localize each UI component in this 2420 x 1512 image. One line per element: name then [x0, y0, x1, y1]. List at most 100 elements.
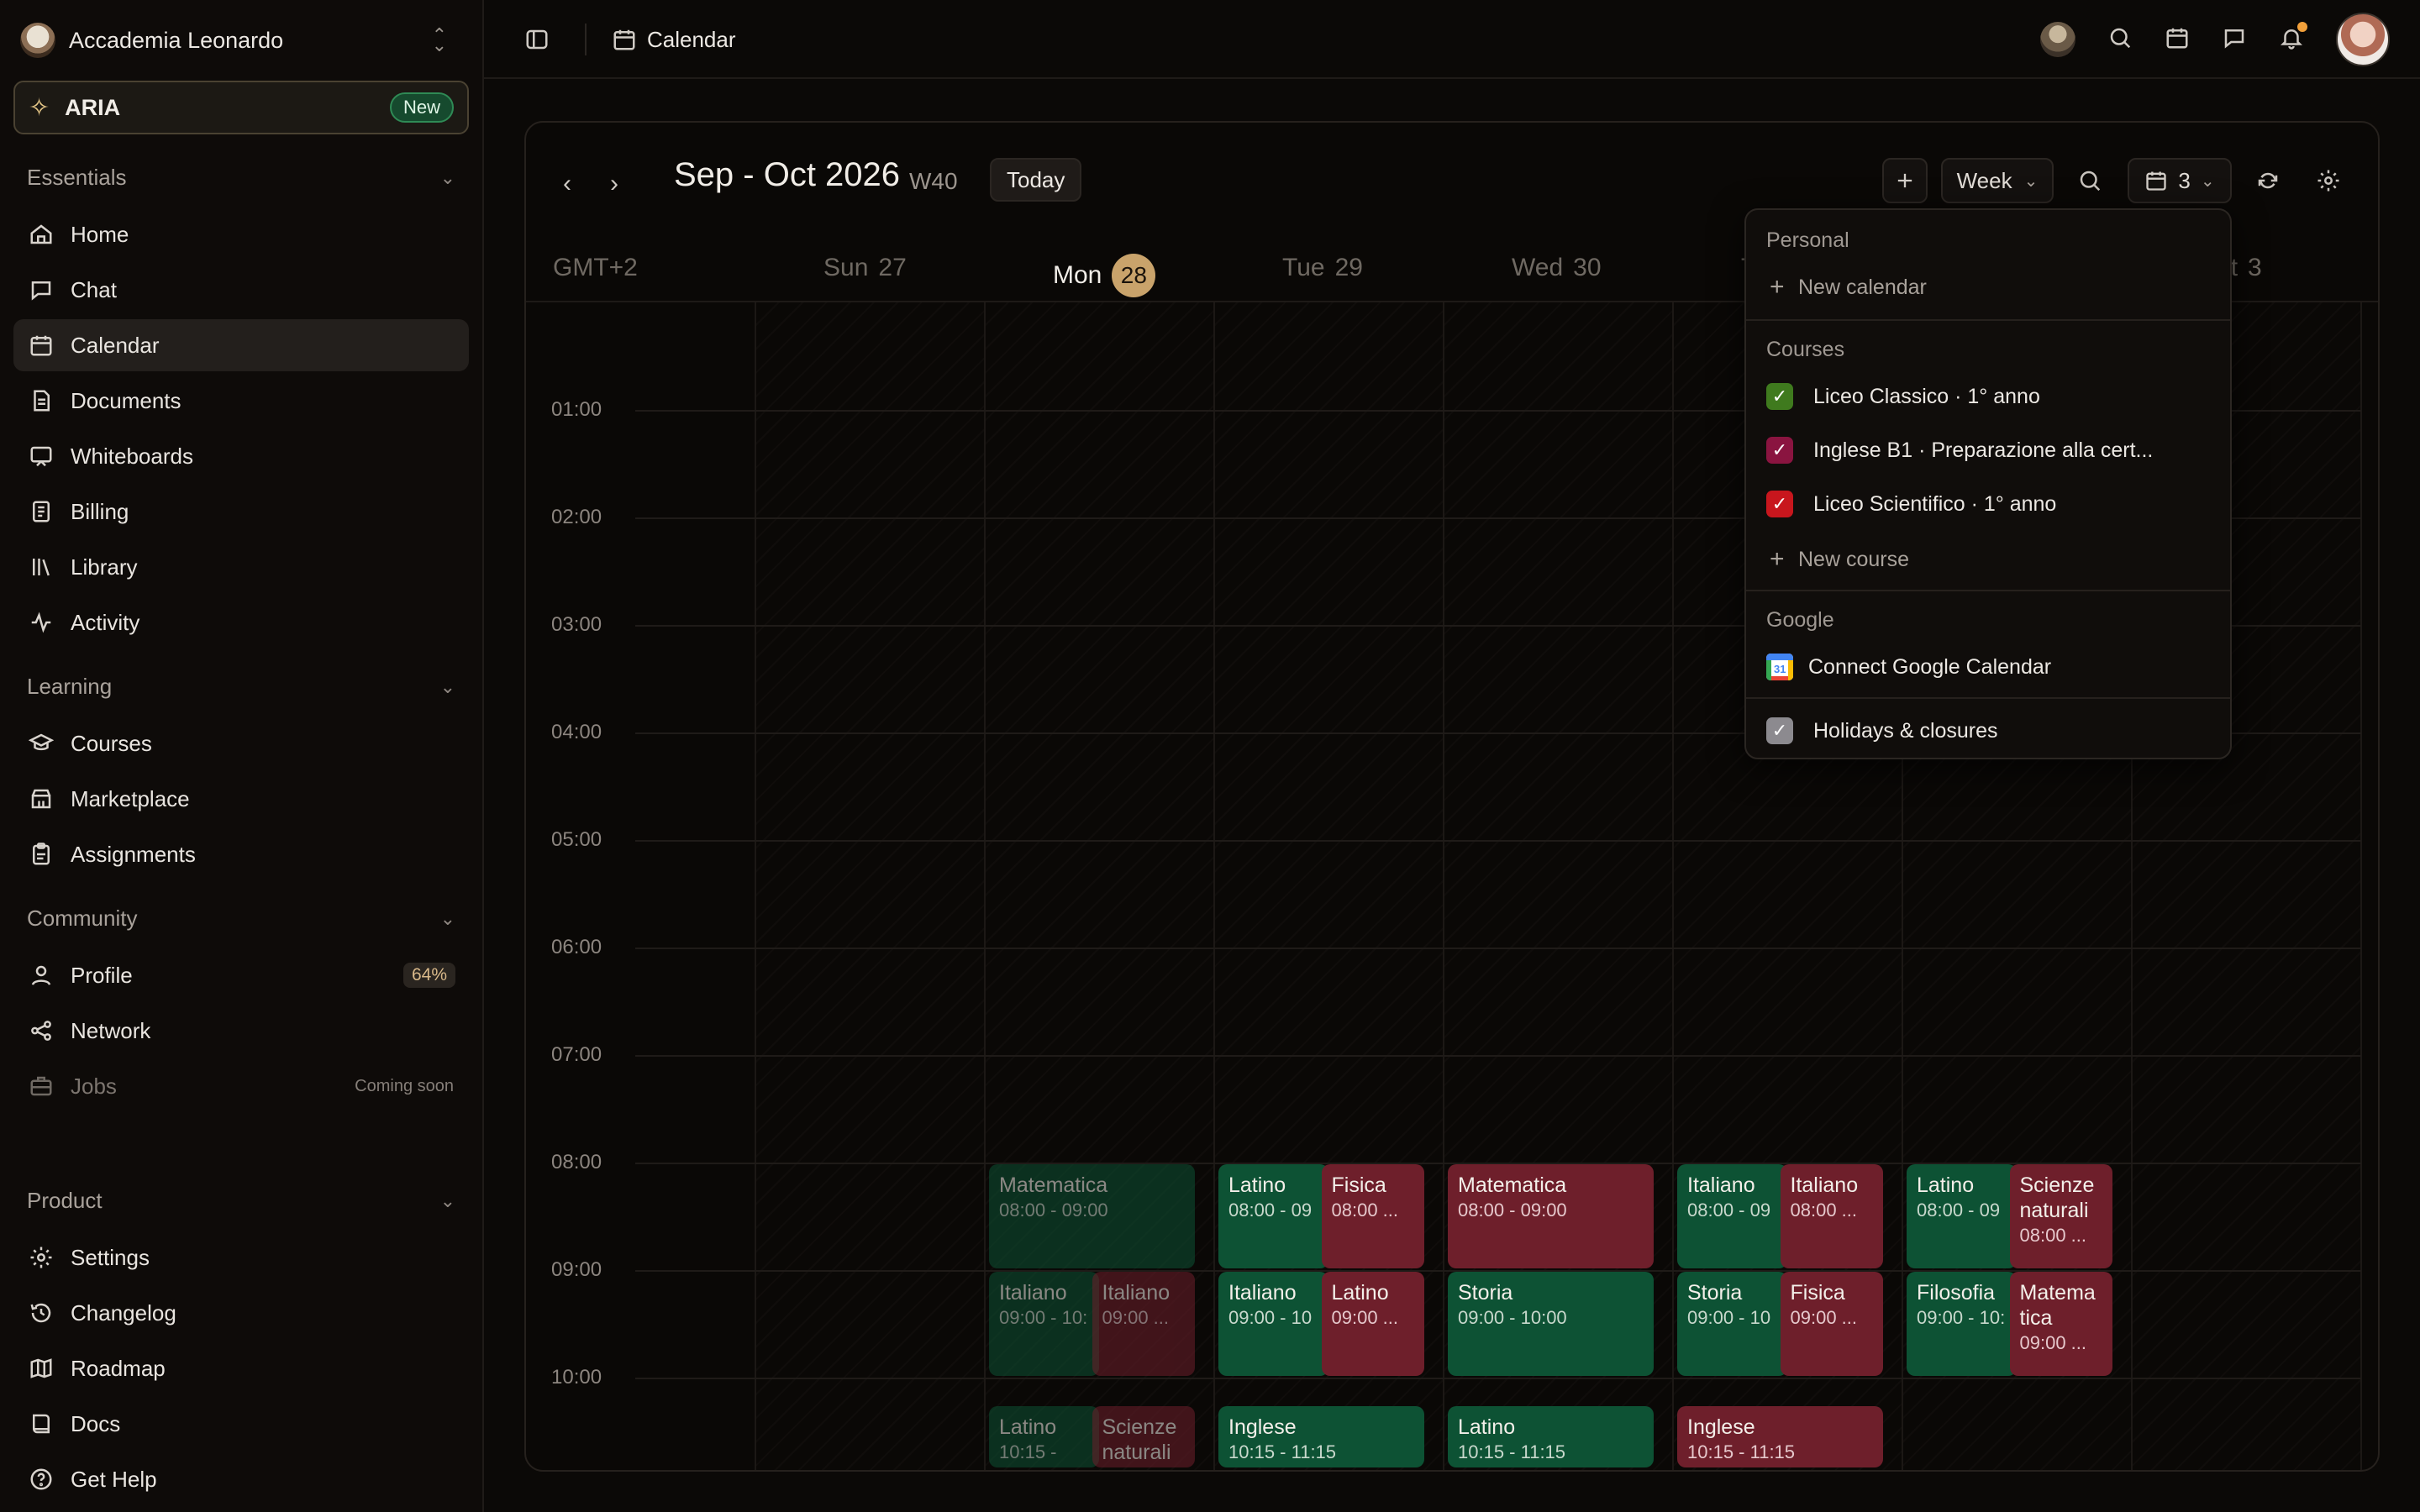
connect-google-calendar-button[interactable]: 31 Connect Google Calendar: [1766, 645, 2212, 689]
user-avatar[interactable]: [2336, 13, 2390, 66]
sidebar-item-jobs[interactable]: Jobs Coming soon: [13, 1060, 469, 1112]
calendar-event[interactable]: Italiano 08:00 - 09: [1677, 1164, 1787, 1268]
search-events-button[interactable]: [2067, 158, 2112, 203]
calendar-event[interactable]: Inglese 10:15 - 11:15: [1677, 1406, 1883, 1467]
event-time: 09:00 - 10:: [1917, 1307, 2006, 1328]
section-header-community[interactable]: Community ⌄: [27, 906, 455, 932]
sidebar-item-network[interactable]: Network: [13, 1005, 469, 1057]
sidebar-item-label: Jobs: [71, 1073, 117, 1099]
calendar-event[interactable]: Latino 09:00 ...: [1321, 1272, 1424, 1376]
sidebar-item-courses[interactable]: Courses: [13, 717, 469, 769]
holidays-toggle[interactable]: ✓ Holidays & closures: [1766, 709, 2212, 753]
calendar-event[interactable]: Scienze naturali: [1092, 1406, 1195, 1467]
sidebar-item-calendar[interactable]: Calendar: [13, 319, 469, 371]
calendar-event[interactable]: Latino10:15 - 11:15: [989, 1406, 1099, 1467]
calendar-event[interactable]: Latino10:15 - 11:15: [1448, 1406, 1654, 1467]
calendar-icon[interactable]: [2165, 25, 2190, 55]
plus-icon: +: [1770, 545, 1785, 573]
sidebar-item-label: Chat: [71, 276, 117, 302]
sidebar-item-get-help[interactable]: Get Help: [13, 1453, 469, 1505]
course-calendar-toggle[interactable]: ✓ Liceo Scientifico · 1° anno: [1766, 482, 2212, 526]
day-header-wed[interactable]: Wed 30: [1512, 254, 1602, 282]
calendar-event[interactable]: Italiano 09:00 - 10:: [989, 1272, 1099, 1376]
refresh-button[interactable]: [2245, 158, 2291, 203]
sidebar-item-documents[interactable]: Documents: [13, 375, 469, 427]
calendar-event[interactable]: Inglese 10:15 - 11:15: [1218, 1406, 1424, 1467]
view-select[interactable]: Week ⌄: [1941, 158, 2054, 203]
hour-label: 08:00: [551, 1151, 602, 1173]
calendar-event[interactable]: Matematica 08:00 - 09:00: [1448, 1164, 1654, 1268]
new-calendar-button[interactable]: + New calendar: [1766, 265, 2212, 309]
calendar-settings-button[interactable]: [2306, 158, 2351, 203]
sidebar-item-activity[interactable]: Activity: [13, 596, 469, 648]
calendar-event[interactable]: Latino 08:00 - 09: [1907, 1164, 2017, 1268]
calendar-icon: [27, 331, 55, 360]
section-header-essentials[interactable]: Essentials ⌄: [27, 165, 455, 191]
course-checkbox[interactable]: ✓: [1766, 383, 1793, 410]
calendar-event[interactable]: Italiano 08:00 ...: [1780, 1164, 1883, 1268]
sidebar-item-changelog[interactable]: Changelog: [13, 1287, 469, 1339]
calendar-event[interactable]: Matematica 08:00 - 09:00: [989, 1164, 1195, 1268]
today-button[interactable]: Today: [990, 158, 1082, 202]
calendar-event[interactable]: Scienze naturali 08:00 ...: [2009, 1164, 2112, 1268]
section-header-product[interactable]: Product ⌄: [27, 1188, 455, 1214]
day-number: 30: [1573, 254, 1602, 281]
add-event-button[interactable]: [1882, 158, 1928, 203]
prev-week-button[interactable]: ‹: [563, 170, 571, 198]
course-calendar-toggle[interactable]: ✓ Inglese B1 · Preparazione alla cert...: [1766, 428, 2212, 472]
activity-icon: [27, 608, 55, 637]
course-checkbox[interactable]: ✓: [1766, 491, 1793, 517]
calendars-select[interactable]: 3 ⌄: [2128, 158, 2232, 203]
search-icon[interactable]: [2107, 25, 2133, 55]
hour-label: 05:00: [551, 828, 602, 851]
new-course-button[interactable]: + New course: [1766, 538, 2212, 581]
sidebar-item-profile[interactable]: Profile 64%: [13, 949, 469, 1001]
hour-line: [635, 948, 2361, 949]
holidays-checkbox[interactable]: ✓: [1766, 717, 1793, 744]
sidebar-item-library[interactable]: Library: [13, 541, 469, 593]
sidebar-item-billing[interactable]: Billing: [13, 486, 469, 538]
sidebar-item-roadmap[interactable]: Roadmap: [13, 1342, 469, 1394]
calendar-event[interactable]: Filosofia 09:00 - 10:: [1907, 1272, 2017, 1376]
sidebar-item-assignments[interactable]: Assignments: [13, 828, 469, 880]
next-week-button[interactable]: ›: [610, 170, 618, 198]
day-header-mon[interactable]: Mon 28: [1053, 254, 1156, 297]
sidebar-item-marketplace[interactable]: Marketplace: [13, 773, 469, 825]
section-header-learning[interactable]: Learning ⌄: [27, 674, 455, 700]
calendar-event[interactable]: Italiano 09:00 - 10: [1218, 1272, 1328, 1376]
assistant-avatar[interactable]: [2040, 22, 2075, 57]
calendar-event[interactable]: Storia 09:00 - 10:00: [1448, 1272, 1654, 1376]
sidebar-toggle-icon[interactable]: [524, 27, 550, 56]
sidebar-item-whiteboards[interactable]: Whiteboards: [13, 430, 469, 482]
calendar-event[interactable]: Matema tica 09:00 ...: [2009, 1272, 2112, 1376]
calendar-event[interactable]: Latino 08:00 - 09: [1218, 1164, 1328, 1268]
sidebar-item-docs[interactable]: Docs: [13, 1398, 469, 1450]
calendars-dropdown: Personal + New calendar Courses ✓ Liceo C…: [1744, 208, 2232, 759]
bell-icon[interactable]: [2279, 21, 2307, 55]
hour-line: [635, 840, 2361, 842]
course-checkbox[interactable]: ✓: [1766, 437, 1793, 464]
calendar-event[interactable]: Italiano 09:00 ...: [1092, 1272, 1195, 1376]
workspace-switcher[interactable]: Accademia Leonardo ⌃ ⌄: [20, 17, 464, 64]
course-calendar-toggle[interactable]: ✓ Liceo Classico · 1° anno: [1766, 375, 2212, 418]
new-badge: New: [389, 92, 454, 123]
calendars-count: 3: [2178, 167, 2191, 193]
calendar-event[interactable]: Fisica 09:00 ...: [1780, 1272, 1883, 1376]
user-icon: [27, 961, 55, 990]
chat-icon[interactable]: [2222, 25, 2247, 55]
event-title: Inglese: [1687, 1415, 1755, 1439]
calendar-event[interactable]: Storia 09:00 - 10: [1677, 1272, 1787, 1376]
aria-button[interactable]: ✧ ARIA New: [13, 81, 469, 134]
chevron-down-icon: ⌄: [2200, 171, 2215, 191]
home-icon: [27, 220, 55, 249]
event-title: Latino: [1228, 1173, 1286, 1197]
sidebar-item-chat[interactable]: Chat: [13, 264, 469, 316]
calendar-event[interactable]: Fisica 08:00 ...: [1321, 1164, 1424, 1268]
event-time: 10:15 - 11:15: [1228, 1441, 1337, 1462]
day-header-sun[interactable]: Sun 27: [823, 254, 907, 282]
sidebar-item-home[interactable]: Home: [13, 208, 469, 260]
sidebar-item-settings[interactable]: Settings: [13, 1231, 469, 1284]
day-header-tue[interactable]: Tue 29: [1282, 254, 1363, 282]
day-number: 28: [1112, 254, 1156, 297]
event-title: Latino: [1917, 1173, 1975, 1197]
